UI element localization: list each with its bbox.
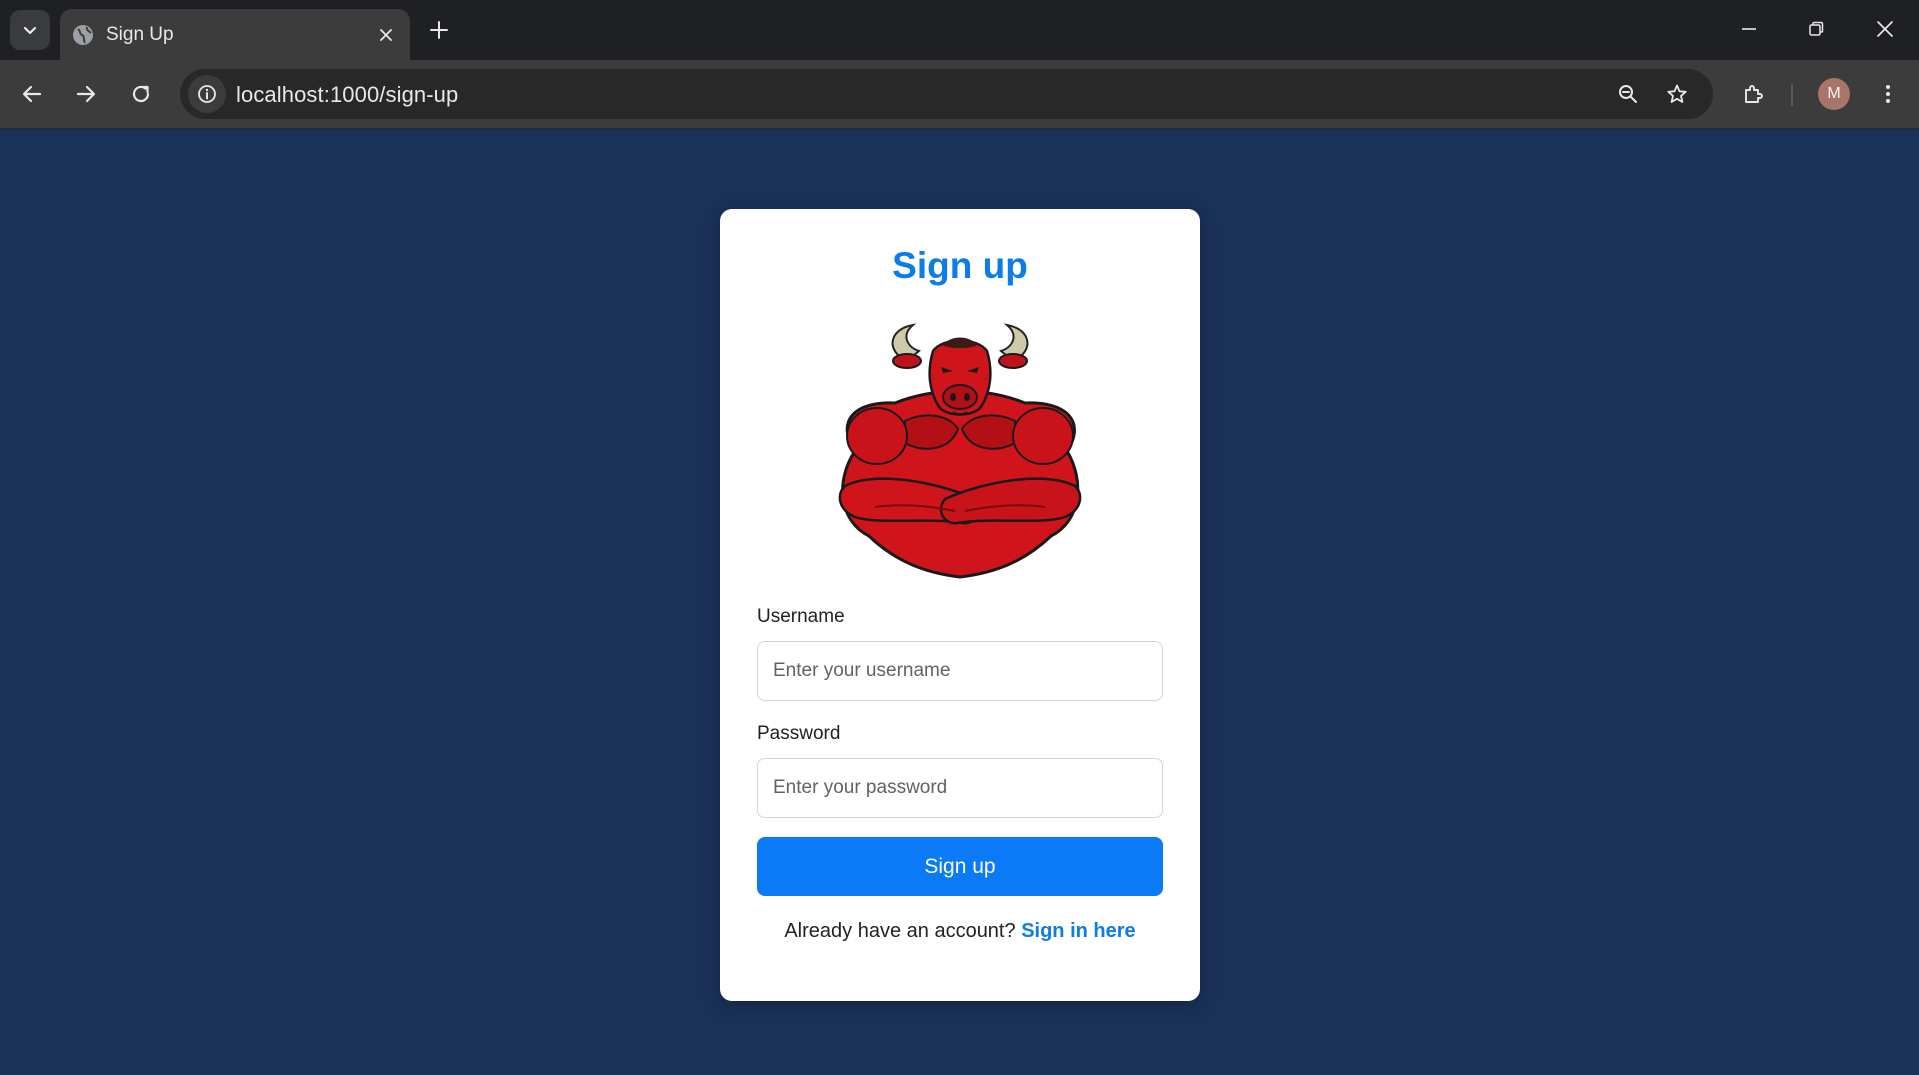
chevron-down-icon [23,26,37,35]
page-title: Sign up [892,245,1028,286]
forward-button[interactable] [66,74,106,114]
tab-title: Sign Up [106,23,174,45]
browser-toolbar: localhost:1000/sign-up M [0,60,1919,129]
zoom-icon [1619,85,1637,103]
back-icon [22,85,42,103]
browser-tab[interactable]: Sign Up [60,9,410,60]
password-label: Password [757,723,841,744]
back-button[interactable] [12,74,52,114]
tab-strip: Sign Up [0,0,1919,60]
zoom-button[interactable] [1610,76,1646,112]
signin-link[interactable]: Sign in here [1021,920,1135,942]
star-icon [1667,84,1687,103]
signin-prompt-row: Already have an account? Sign in here [720,920,1200,943]
tab-list-button[interactable] [10,10,50,50]
reload-icon [132,85,150,103]
extensions-icon [1745,85,1763,103]
profile-avatar[interactable]: M [1818,78,1850,110]
bookmark-button[interactable] [1659,76,1695,112]
close-tab-button[interactable] [370,19,402,51]
forward-icon [76,85,96,103]
close-icon [380,28,392,41]
signup-card: Sign up Username Password Sign up [720,209,1200,1001]
extensions-button[interactable] [1734,74,1774,114]
close-window-button[interactable] [1862,8,1908,50]
globe-icon [72,24,94,46]
bull-mascot-logo [838,323,1082,579]
info-icon [198,85,216,103]
signup-button[interactable]: Sign up [757,837,1163,896]
url-text[interactable]: localhost:1000/sign-up [236,82,458,108]
signin-prompt-text: Already have an account? [784,920,1016,942]
browser-menu-button[interactable] [1868,74,1908,114]
minimize-icon [1742,28,1756,30]
minimize-button[interactable] [1726,8,1772,50]
username-input[interactable] [757,641,1163,701]
new-tab-button[interactable] [421,12,457,48]
site-info-button[interactable] [188,75,226,113]
restore-icon [1809,21,1824,36]
address-bar[interactable]: localhost:1000/sign-up [180,69,1713,119]
plus-icon [430,21,448,39]
reload-button[interactable] [121,74,161,114]
close-icon [1877,21,1893,37]
password-input[interactable] [757,758,1163,818]
toolbar-divider [1791,84,1793,106]
restore-button[interactable] [1793,8,1839,50]
menu-icon [1886,85,1890,103]
username-label: Username [757,606,845,627]
